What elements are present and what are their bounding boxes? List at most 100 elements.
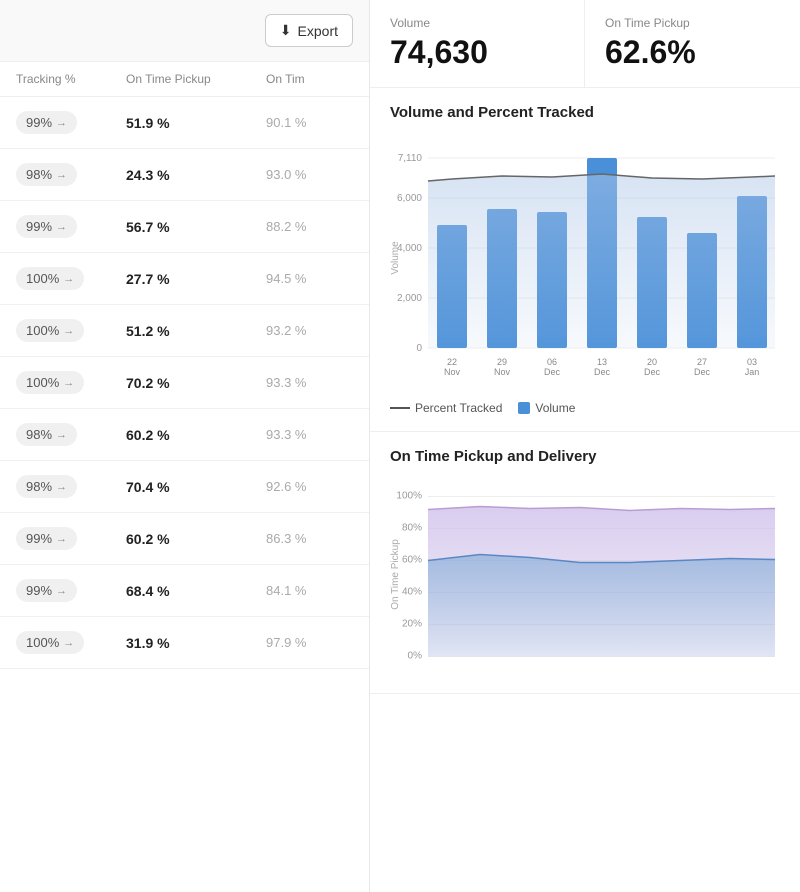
- svg-text:80%: 80%: [402, 523, 422, 534]
- tracking-badge[interactable]: 98% →: [16, 163, 126, 186]
- tracking-badge[interactable]: 99% →: [16, 215, 126, 238]
- table-row: 99% →56.7 %88.2 %: [0, 201, 369, 253]
- tracking-badge[interactable]: 99% →: [16, 527, 126, 550]
- pickup-chart-section: On Time Pickup and Delivery 100% 80% 60%…: [370, 432, 800, 694]
- pickup-value: 62.6%: [605, 34, 780, 71]
- table-row: 99% →60.2 %86.3 %: [0, 513, 369, 565]
- on-time-delivery-value: 92.6 %: [266, 479, 353, 494]
- col-on-time-pickup: On Time Pickup: [126, 72, 266, 86]
- volume-chart-section: Volume and Percent Tracked 7,110 6,000 4…: [370, 88, 800, 432]
- table-row: 98% →60.2 %93.3 %: [0, 409, 369, 461]
- on-time-delivery-value: 97.9 %: [266, 635, 353, 650]
- pickup-area: [428, 555, 775, 657]
- svg-text:29: 29: [497, 357, 507, 367]
- svg-text:Dec: Dec: [544, 367, 561, 377]
- volume-metric: Volume 74,630: [370, 0, 585, 87]
- svg-text:Dec: Dec: [594, 367, 611, 377]
- pickup-chart-container: 100% 80% 60% 40% 20% 0% On Time Pickup: [390, 477, 780, 677]
- svg-text:22: 22: [447, 357, 457, 367]
- legend-percent-label: Percent Tracked: [415, 401, 502, 415]
- on-time-pickup-value: 51.9 %: [126, 115, 266, 131]
- svg-text:20: 20: [647, 357, 657, 367]
- svg-text:0%: 0%: [408, 651, 423, 662]
- legend-percent-tracked: Percent Tracked: [390, 401, 502, 415]
- pickup-metric: On Time Pickup 62.6%: [585, 0, 800, 87]
- on-time-delivery-value: 93.3 %: [266, 375, 353, 390]
- legend-volume-label: Volume: [535, 401, 575, 415]
- on-time-delivery-value: 88.2 %: [266, 219, 353, 234]
- svg-text:Nov: Nov: [494, 367, 511, 377]
- table-row: 98% →24.3 %93.0 %: [0, 149, 369, 201]
- on-time-pickup-value: 70.2 %: [126, 375, 266, 391]
- table-row: 99% →51.9 %90.1 %: [0, 97, 369, 149]
- on-time-pickup-value: 31.9 %: [126, 635, 266, 651]
- svg-text:20%: 20%: [402, 619, 422, 630]
- table-row: 100% →51.2 %93.2 %: [0, 305, 369, 357]
- on-time-delivery-value: 93.0 %: [266, 167, 353, 182]
- tracking-badge[interactable]: 98% →: [16, 423, 126, 446]
- on-time-delivery-value: 93.3 %: [266, 427, 353, 442]
- volume-value: 74,630: [390, 34, 564, 71]
- on-time-delivery-value: 86.3 %: [266, 531, 353, 546]
- volume-chart-legend: Percent Tracked Volume: [390, 401, 780, 415]
- tracking-badge[interactable]: 100% →: [16, 267, 126, 290]
- table-row: 99% →68.4 %84.1 %: [0, 565, 369, 617]
- on-time-pickup-value: 24.3 %: [126, 167, 266, 183]
- pickup-chart-svg: 100% 80% 60% 40% 20% 0% On Time Pickup: [390, 477, 780, 677]
- table-row: 98% →70.4 %92.6 %: [0, 461, 369, 513]
- svg-text:27: 27: [697, 357, 707, 367]
- right-panel: Volume 74,630 On Time Pickup 62.6% Volum…: [370, 0, 800, 892]
- table-row: 100% →70.2 %93.3 %: [0, 357, 369, 409]
- tracking-badge[interactable]: 98% →: [16, 475, 126, 498]
- on-time-pickup-value: 68.4 %: [126, 583, 266, 599]
- tracking-badge[interactable]: 99% →: [16, 111, 126, 134]
- on-time-delivery-value: 93.2 %: [266, 323, 353, 338]
- svg-text:06: 06: [547, 357, 557, 367]
- on-time-pickup-value: 60.2 %: [126, 531, 266, 547]
- tracking-badge[interactable]: 99% →: [16, 579, 126, 602]
- svg-text:100%: 100%: [396, 491, 422, 502]
- legend-line-icon: [390, 407, 410, 409]
- svg-text:Dec: Dec: [644, 367, 661, 377]
- download-icon: ⬇: [280, 22, 292, 39]
- svg-text:On Time Pickup: On Time Pickup: [390, 539, 401, 610]
- volume-chart-svg: 7,110 6,000 4,000 2,000 0 Volume: [390, 133, 780, 393]
- volume-chart-title: Volume and Percent Tracked: [390, 104, 780, 121]
- on-time-pickup-value: 56.7 %: [126, 219, 266, 235]
- svg-text:6,000: 6,000: [397, 193, 422, 204]
- volume-chart-container: 7,110 6,000 4,000 2,000 0 Volume: [390, 133, 780, 393]
- table-body: 99% →51.9 %90.1 %98% →24.3 %93.0 %99% →5…: [0, 97, 369, 892]
- svg-text:Volume: Volume: [390, 241, 401, 275]
- svg-text:2,000: 2,000: [397, 293, 422, 304]
- tracking-badge[interactable]: 100% →: [16, 319, 126, 342]
- legend-square-icon: [518, 402, 530, 414]
- on-time-pickup-value: 51.2 %: [126, 323, 266, 339]
- table-header: Tracking % On Time Pickup On Tim: [0, 62, 369, 97]
- col-tracking: Tracking %: [16, 72, 126, 86]
- svg-text:03: 03: [747, 357, 757, 367]
- export-bar: ⬇ Export: [0, 0, 369, 62]
- legend-volume: Volume: [518, 401, 575, 415]
- pickup-label: On Time Pickup: [605, 16, 780, 30]
- svg-text:13: 13: [597, 357, 607, 367]
- area-fill: [428, 174, 775, 348]
- on-time-pickup-value: 70.4 %: [126, 479, 266, 495]
- volume-label: Volume: [390, 16, 564, 30]
- table-row: 100% →27.7 %94.5 %: [0, 253, 369, 305]
- tracking-badge[interactable]: 100% →: [16, 371, 126, 394]
- svg-text:7,110: 7,110: [398, 153, 423, 164]
- on-time-delivery-value: 90.1 %: [266, 115, 353, 130]
- svg-text:Jan: Jan: [745, 367, 760, 377]
- pickup-chart-title: On Time Pickup and Delivery: [390, 448, 780, 465]
- svg-text:60%: 60%: [402, 555, 422, 566]
- tracking-badge[interactable]: 100% →: [16, 631, 126, 654]
- on-time-pickup-value: 27.7 %: [126, 271, 266, 287]
- on-time-pickup-value: 60.2 %: [126, 427, 266, 443]
- col-on-time-delivery: On Tim: [266, 72, 353, 86]
- svg-text:Nov: Nov: [444, 367, 461, 377]
- svg-text:40%: 40%: [402, 587, 422, 598]
- svg-text:Dec: Dec: [694, 367, 711, 377]
- on-time-delivery-value: 84.1 %: [266, 583, 353, 598]
- table-row: 100% →31.9 %97.9 %: [0, 617, 369, 669]
- export-button[interactable]: ⬇ Export: [265, 14, 353, 47]
